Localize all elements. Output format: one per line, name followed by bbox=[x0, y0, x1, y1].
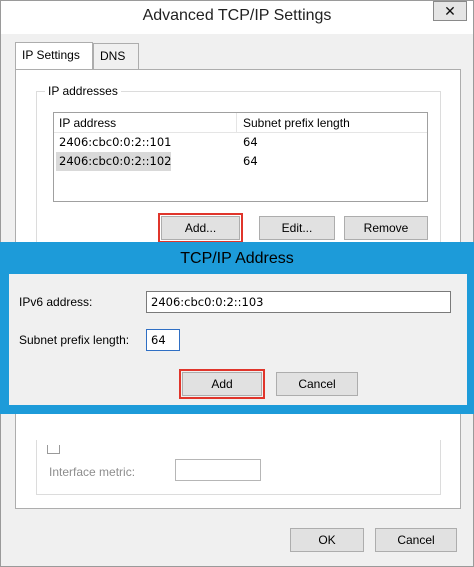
close-button[interactable]: ✕ bbox=[433, 1, 467, 21]
interface-metric-input[interactable] bbox=[175, 459, 261, 481]
column-divider[interactable] bbox=[236, 113, 237, 133]
column-header-ip-address[interactable]: IP address bbox=[59, 116, 116, 130]
tcpip-address-dialog: TCP/IP Address IPv6 address: 2406:cbc0:0… bbox=[0, 242, 474, 414]
tab-dns[interactable]: DNS bbox=[93, 43, 139, 69]
add-ip-button[interactable]: Add... bbox=[158, 213, 243, 243]
list-item[interactable]: 2406:cbc0:0:2::101 64 bbox=[54, 133, 427, 152]
tcpip-address-client-area: IPv6 address: 2406:cbc0:0:2::103 Subnet … bbox=[9, 274, 467, 405]
dialog-title: Advanced TCP/IP Settings bbox=[142, 7, 332, 24]
ipv6-address-input[interactable]: 2406:cbc0:0:2::103 bbox=[146, 291, 451, 313]
ipv6-address-label: IPv6 address: bbox=[19, 295, 93, 309]
ip-addresses-group: IP addresses IP address Subnet prefix le… bbox=[36, 84, 441, 256]
prefix-length-cell: 64 bbox=[243, 154, 258, 168]
add-address-button[interactable]: Add bbox=[179, 369, 265, 399]
ok-button[interactable]: OK bbox=[290, 528, 364, 552]
ip-address-cell: 2406:cbc0:0:2::102 bbox=[59, 154, 172, 168]
subnet-prefix-label: Subnet prefix length: bbox=[19, 333, 130, 347]
cancel-button[interactable]: Cancel bbox=[375, 528, 457, 552]
ip-address-list[interactable]: IP address Subnet prefix length 2406:cbc… bbox=[53, 112, 428, 202]
cancel-address-button[interactable]: Cancel bbox=[276, 372, 358, 396]
tcpip-address-title: TCP/IP Address bbox=[180, 250, 294, 267]
close-icon: ✕ bbox=[444, 3, 456, 19]
edit-ip-button[interactable]: Edit... bbox=[259, 216, 335, 240]
tab-ip-settings[interactable]: IP Settings bbox=[15, 42, 93, 69]
subnet-prefix-input[interactable]: 64 bbox=[146, 329, 180, 351]
ip-address-cell: 2406:cbc0:0:2::101 bbox=[59, 135, 172, 149]
interface-metric-label: Interface metric: bbox=[49, 465, 136, 479]
list-header: IP address Subnet prefix length bbox=[54, 113, 427, 133]
remove-ip-button[interactable]: Remove bbox=[344, 216, 428, 240]
ip-addresses-group-label: IP addresses bbox=[45, 84, 121, 98]
automatic-metric-checkbox[interactable] bbox=[47, 445, 60, 454]
column-header-subnet-prefix[interactable]: Subnet prefix length bbox=[243, 116, 350, 130]
prefix-length-cell: 64 bbox=[243, 135, 258, 149]
title-bar: Advanced TCP/IP Settings ✕ bbox=[1, 1, 473, 34]
list-item-selected[interactable]: 2406:cbc0:0:2::102 64 bbox=[54, 152, 427, 171]
interface-metric-group: Interface metric: bbox=[36, 440, 441, 495]
